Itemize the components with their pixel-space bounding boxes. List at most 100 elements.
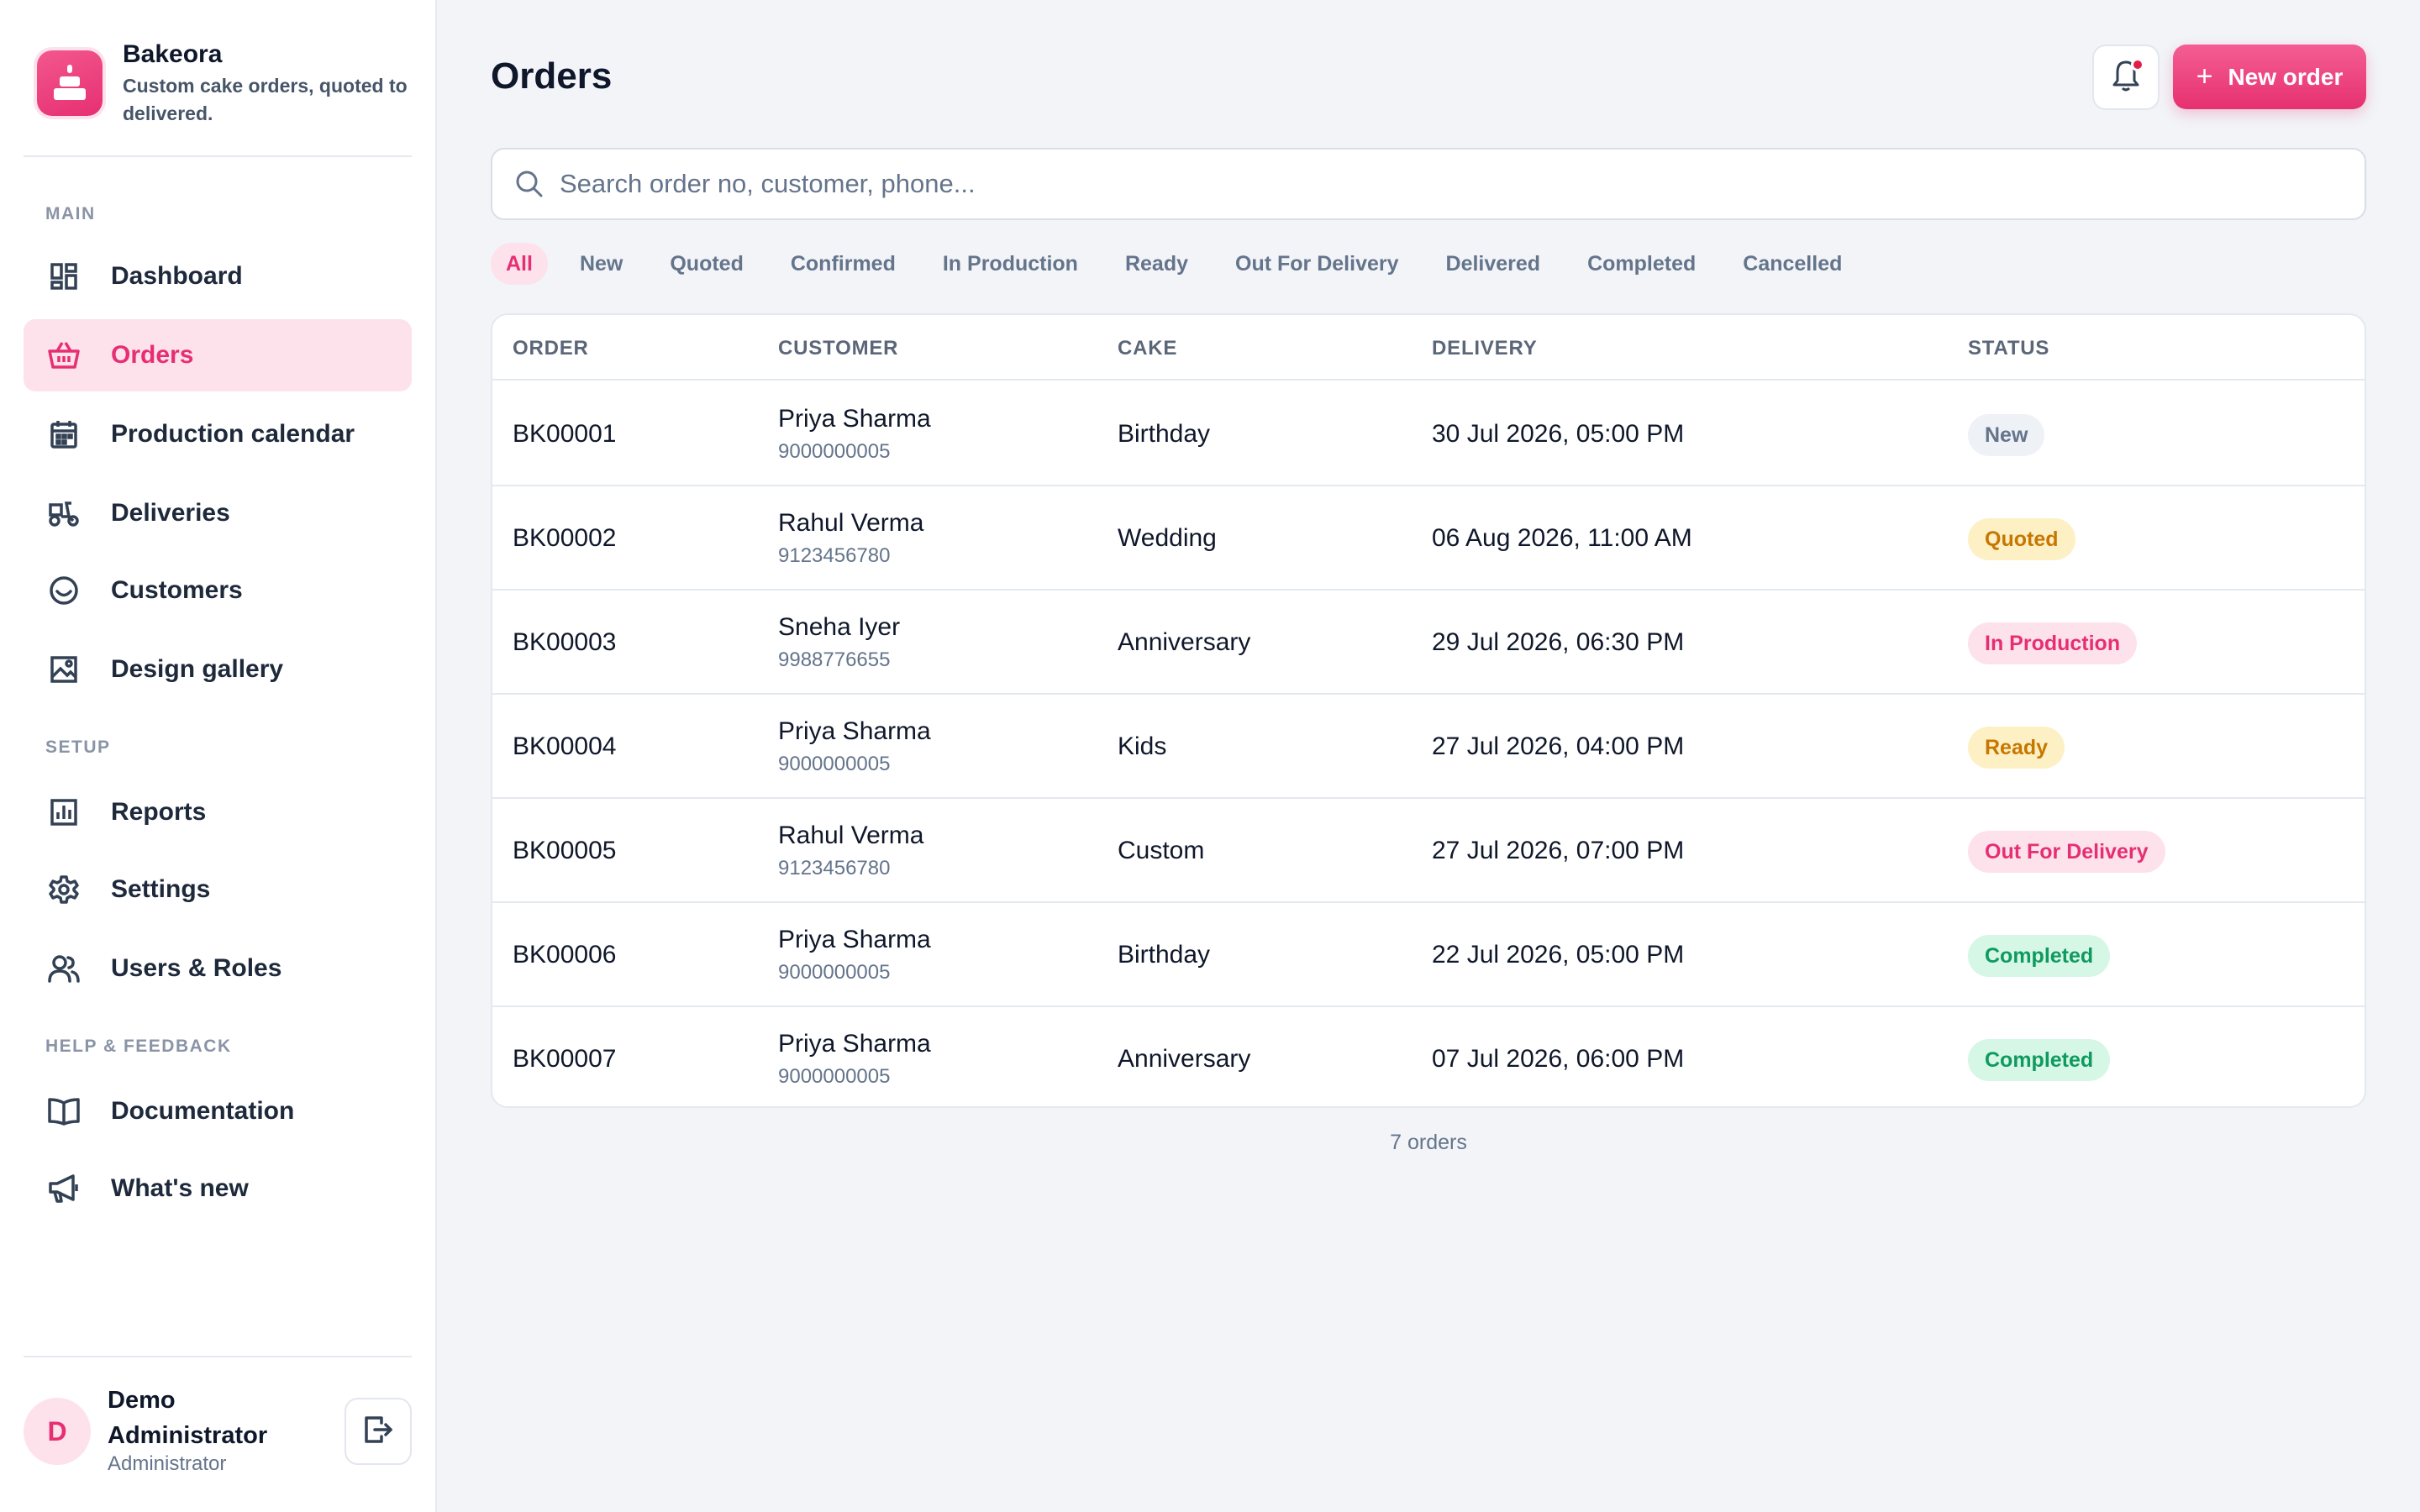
- column-header-delivery[interactable]: DELIVERY: [1432, 337, 1538, 360]
- customer-phone: 9000000005: [778, 753, 891, 775]
- filter-in-production[interactable]: In Production: [928, 243, 1093, 285]
- sidebar: Bakeora Custom cake orders, quoted to de…: [0, 0, 437, 1512]
- sidebar-item-label: Users & Roles: [111, 954, 282, 982]
- filter-confirmed[interactable]: Confirmed: [776, 243, 911, 285]
- sidebar-divider: [24, 155, 412, 157]
- delivery-datetime: 22 Jul 2026, 05:00 PM: [1432, 941, 1685, 969]
- sidebar-item-design-gallery[interactable]: Design gallery: [24, 633, 412, 706]
- section-label-setup: SETUP: [45, 738, 111, 757]
- customer-name: Priya Sharma: [778, 926, 931, 953]
- sidebar-divider: [24, 1356, 412, 1357]
- bar-chart-icon: [47, 795, 81, 829]
- column-header-status[interactable]: STATUS: [1968, 337, 2049, 360]
- column-header-customer[interactable]: CUSTOMER: [778, 337, 898, 360]
- new-order-label: New order: [2228, 63, 2344, 90]
- table-row[interactable]: BK00001 Priya Sharma 9000000005 Birthday…: [492, 382, 2365, 486]
- filter-cancelled[interactable]: Cancelled: [1728, 243, 1857, 285]
- customer-phone: 9123456780: [778, 857, 891, 879]
- order-number: BK00004: [513, 732, 617, 760]
- calendar-icon: [47, 417, 81, 451]
- sidebar-item-reports[interactable]: Reports: [24, 776, 412, 848]
- delivery-datetime: 29 Jul 2026, 06:30 PM: [1432, 628, 1685, 656]
- table-header: ORDER CUSTOMER CAKE DELIVERY STATUS: [492, 315, 2365, 381]
- notifications-button[interactable]: [2092, 45, 2160, 110]
- customer-phone: 9000000005: [778, 440, 891, 463]
- order-count: 7 orders: [1390, 1131, 1467, 1154]
- sidebar-item-documentation[interactable]: Documentation: [24, 1075, 412, 1147]
- delivery-datetime: 07 Jul 2026, 06:00 PM: [1432, 1045, 1685, 1073]
- sidebar-item-label: Design gallery: [111, 655, 284, 683]
- sidebar-item-label: What's new: [111, 1174, 249, 1202]
- filter-new[interactable]: New: [565, 243, 638, 285]
- sidebar-item-label: Reports: [111, 798, 207, 826]
- column-header-order[interactable]: ORDER: [513, 337, 589, 360]
- status-badge: New: [1968, 414, 2045, 456]
- table-row[interactable]: BK00004 Priya Sharma 9000000005 Kids 27 …: [492, 695, 2365, 799]
- customer-name: Priya Sharma: [778, 1030, 931, 1058]
- smile-icon: [47, 574, 81, 607]
- sidebar-item-users-roles[interactable]: Users & Roles: [24, 932, 412, 1005]
- brand-tagline: Custom cake orders, quoted to delivered.: [123, 75, 408, 124]
- table-row[interactable]: BK00005 Rahul Verma 9123456780 Custom 27…: [492, 799, 2365, 903]
- table-row[interactable]: BK00007 Priya Sharma 9000000005 Annivers…: [492, 1007, 2365, 1106]
- sidebar-item-customers[interactable]: Customers: [24, 554, 412, 627]
- status-badge: Completed: [1968, 1039, 2111, 1081]
- status-badge: Ready: [1968, 727, 2065, 769]
- filter-out-for-delivery[interactable]: Out For Delivery: [1220, 243, 1414, 285]
- sidebar-item-whats-new[interactable]: What's new: [24, 1152, 412, 1225]
- table-row[interactable]: BK00002 Rahul Verma 9123456780 Wedding 0…: [492, 486, 2365, 591]
- column-header-cake[interactable]: CAKE: [1118, 337, 1177, 360]
- logout-icon: [363, 1415, 393, 1449]
- table-row[interactable]: BK00003 Sneha Iyer 9988776655 Anniversar…: [492, 591, 2365, 695]
- search-input[interactable]: [560, 169, 2324, 199]
- delivery-datetime: 06 Aug 2026, 11:00 AM: [1432, 524, 1692, 552]
- cake-type: Anniversary: [1118, 1045, 1251, 1073]
- search-bar[interactable]: [491, 148, 2366, 220]
- plus-icon: +: [2196, 60, 2213, 92]
- cake-type: Anniversary: [1118, 628, 1251, 656]
- section-label-main: MAIN: [45, 204, 96, 223]
- cake-type: Wedding: [1118, 524, 1217, 552]
- sidebar-item-label: Documentation: [111, 1097, 295, 1125]
- filter-quoted[interactable]: Quoted: [655, 243, 759, 285]
- delivery-datetime: 27 Jul 2026, 04:00 PM: [1432, 732, 1685, 760]
- customer-name: Priya Sharma: [778, 717, 931, 745]
- order-number: BK00007: [513, 1045, 617, 1073]
- sidebar-item-label: Customers: [111, 576, 243, 604]
- sidebar-item-production-calendar[interactable]: Production calendar: [24, 398, 412, 470]
- filter-delivered[interactable]: Delivered: [1431, 243, 1556, 285]
- sidebar-item-label: Dashboard: [111, 262, 243, 290]
- user-name: Demo Administrator: [108, 1387, 268, 1449]
- logout-button[interactable]: [345, 1398, 412, 1465]
- sidebar-item-settings[interactable]: Settings: [24, 853, 412, 926]
- customer-phone: 9000000005: [778, 961, 891, 984]
- sidebar-item-orders[interactable]: Orders: [24, 319, 412, 391]
- customer-name: Rahul Verma: [778, 509, 924, 537]
- orders-table: ORDER CUSTOMER CAKE DELIVERY STATUS BK00…: [491, 313, 2366, 1108]
- sidebar-item-label: Orders: [111, 341, 194, 369]
- filter-all[interactable]: All: [491, 243, 548, 285]
- sidebar-item-deliveries[interactable]: Deliveries: [24, 477, 412, 549]
- filter-completed[interactable]: Completed: [1572, 243, 1711, 285]
- sidebar-item-dashboard[interactable]: Dashboard: [24, 240, 412, 312]
- table-row[interactable]: BK00006 Priya Sharma 9000000005 Birthday…: [492, 903, 2365, 1007]
- cake-type: Birthday: [1118, 941, 1211, 969]
- status-badge: Out For Delivery: [1968, 831, 2165, 873]
- customer-name: Sneha Iyer: [778, 613, 901, 641]
- search-icon: [513, 167, 546, 201]
- filter-ready[interactable]: Ready: [1110, 243, 1203, 285]
- status-filter-tabs: All New Quoted Confirmed In Production R…: [491, 242, 1874, 286]
- order-number: BK00001: [513, 420, 617, 448]
- user-role: Administrator: [108, 1452, 227, 1475]
- avatar[interactable]: D: [24, 1398, 91, 1465]
- cake-type: Birthday: [1118, 420, 1211, 448]
- order-number: BK00003: [513, 628, 617, 656]
- basket-icon: [47, 339, 81, 372]
- status-badge: In Production: [1968, 622, 2138, 664]
- new-order-button[interactable]: + New order: [2173, 45, 2366, 109]
- brand[interactable]: Bakeora Custom cake orders, quoted to de…: [37, 37, 415, 134]
- order-number: BK00006: [513, 941, 617, 969]
- cake-type: Custom: [1118, 837, 1205, 864]
- sidebar-item-label: Production calendar: [111, 420, 355, 448]
- cake-logo-icon: [37, 50, 103, 116]
